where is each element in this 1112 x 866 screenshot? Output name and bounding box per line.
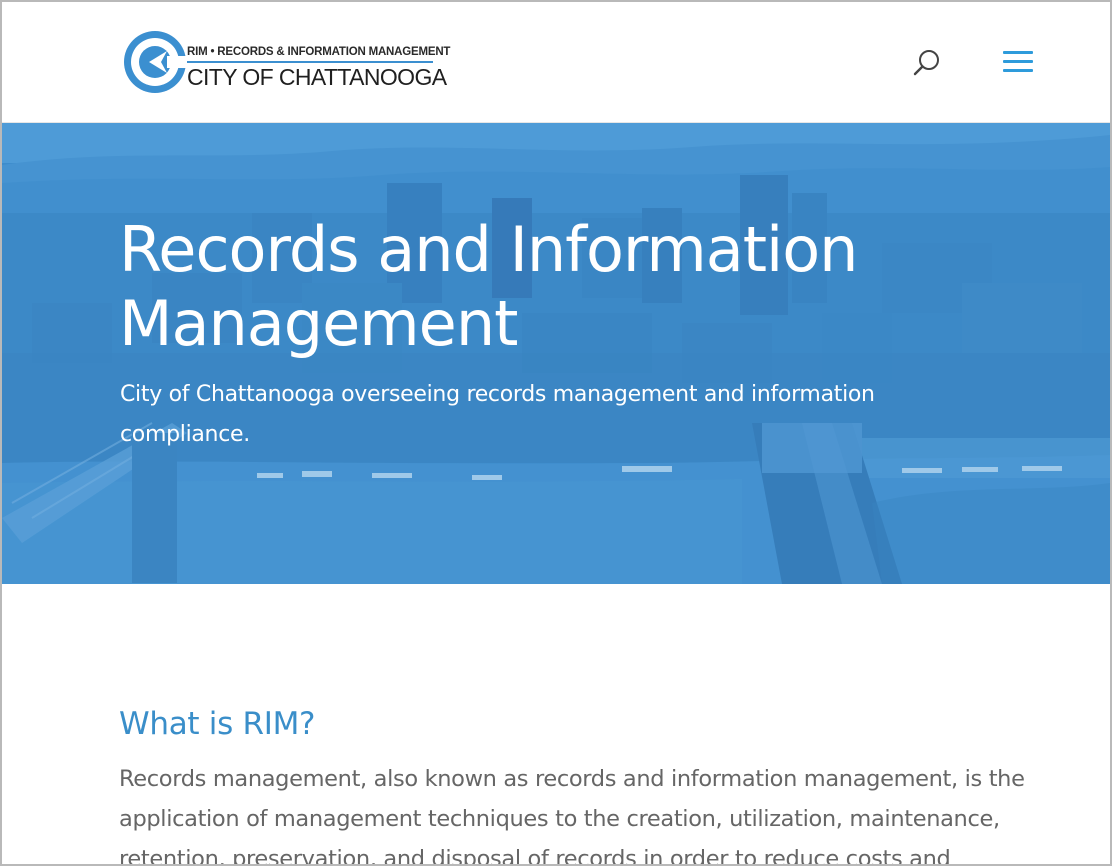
site-logo[interactable]: RIM • RECORDS & INFORMATION MANAGEMENT C… [123, 29, 450, 99]
section-body-text: Records management, also known as record… [119, 766, 1025, 866]
logo-tagline: RIM • RECORDS & INFORMATION MANAGEMENT [187, 46, 451, 58]
section-heading: What is RIM? [119, 706, 316, 742]
menu-button[interactable] [1001, 49, 1035, 75]
hero-banner: Records and Information Management City … [2, 123, 1110, 584]
hamburger-menu-icon [1003, 69, 1033, 72]
logo-divider [187, 61, 433, 63]
logo-name: CITY OF CHATTANOOGA [187, 64, 447, 90]
hero-subtitle: City of Chattanooga overseeing records m… [120, 382, 875, 447]
search-icon [913, 50, 939, 76]
search-button[interactable] [912, 48, 942, 78]
logo-c-icon [124, 31, 187, 93]
hero-title: Records and Information Management [119, 213, 858, 360]
hamburger-menu-icon [1003, 51, 1033, 54]
site-header: RIM • RECORDS & INFORMATION MANAGEMENT C… [2, 2, 1110, 123]
browser-viewport: RIM • RECORDS & INFORMATION MANAGEMENT C… [0, 0, 1112, 866]
hamburger-menu-icon [1003, 60, 1033, 63]
